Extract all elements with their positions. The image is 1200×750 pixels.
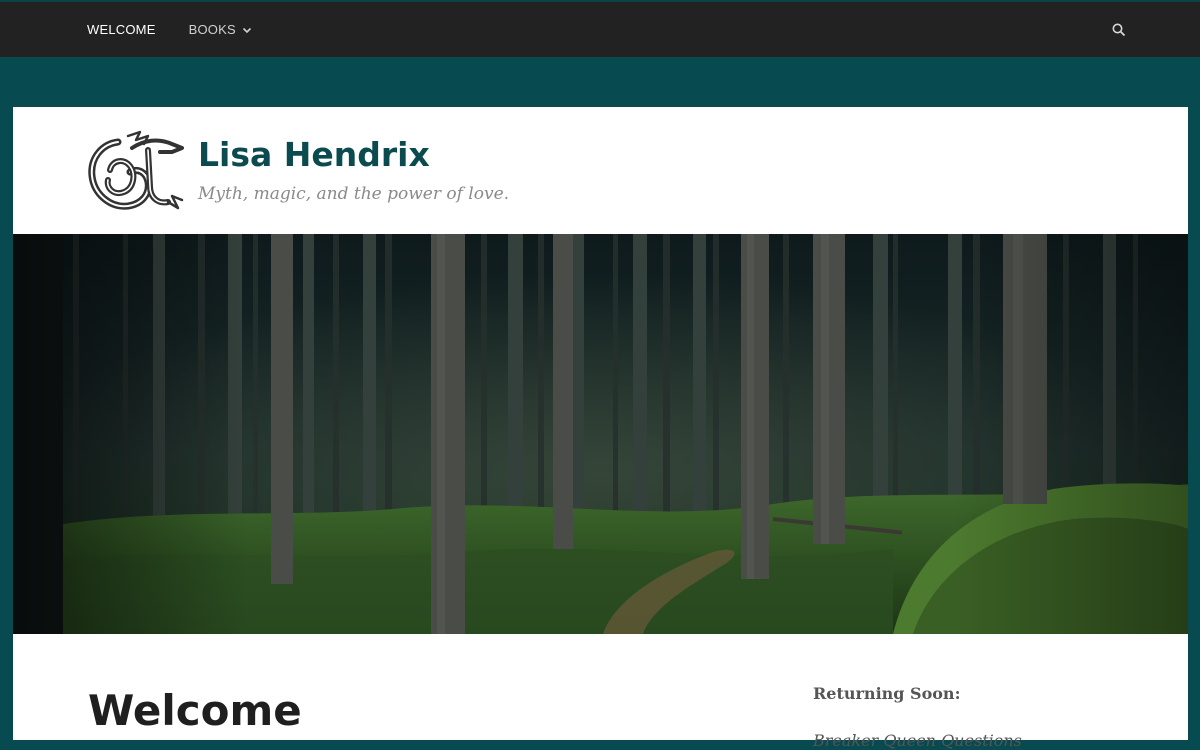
sidebar-widget-title: Returning Soon:	[813, 684, 961, 703]
chevron-down-icon	[242, 27, 251, 33]
search-icon[interactable]	[1111, 22, 1127, 38]
site-tagline: Myth, magic, and the power of love.	[198, 184, 510, 204]
page-title: Welcome	[88, 686, 302, 735]
dragon-logo-icon[interactable]	[88, 130, 186, 210]
nav-item-welcome[interactable]: WELCOME	[87, 22, 156, 37]
nav-item-books[interactable]: BOOKS	[189, 22, 252, 37]
site-header: Lisa Hendrix Myth, magic, and the power …	[13, 107, 1188, 234]
sidebar-widget-item[interactable]: Breaker Queen Questions	[813, 731, 1022, 750]
primary-menu: WELCOME BOOKS	[87, 22, 285, 37]
header-image-forest	[13, 234, 1188, 634]
top-navigation-bar: WELCOME BOOKS	[0, 0, 1200, 57]
nav-item-label: WELCOME	[87, 22, 156, 37]
content-area: Welcome Returning Soon: Breaker Queen Qu…	[13, 634, 1188, 750]
forest-image	[13, 234, 1188, 634]
site-title[interactable]: Lisa Hendrix	[198, 135, 430, 174]
nav-item-label: BOOKS	[188, 22, 236, 37]
